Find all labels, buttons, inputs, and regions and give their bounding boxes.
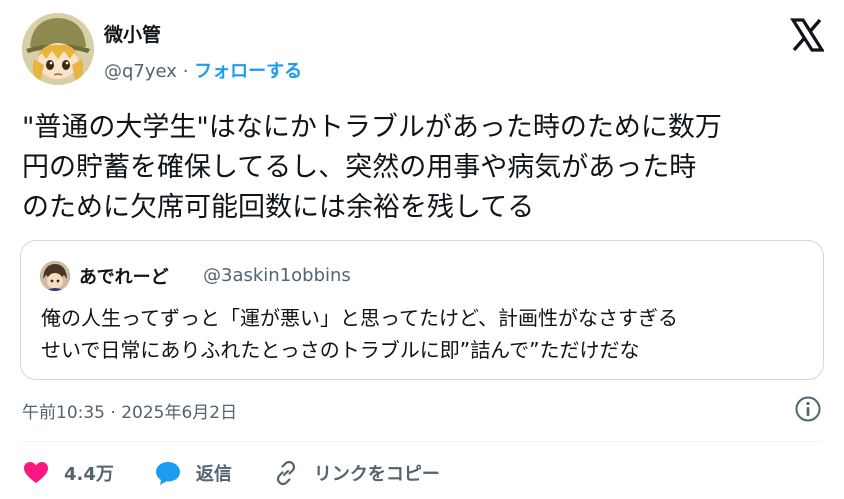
- tweet-text-line: "普通の大学生"はなにかトラブルがあった時のために数万: [22, 112, 722, 143]
- author-handle[interactable]: @q7yex: [104, 61, 177, 82]
- reply-button[interactable]: 返信: [154, 459, 232, 487]
- reply-label: 返信: [195, 464, 232, 485]
- author-name[interactable]: 微小管: [104, 20, 161, 47]
- tweet-text-line: 円の貯蓄を確保してるし、突然の用事や病気があった時: [22, 152, 697, 183]
- quoted-author-handle: @3askin1obbins: [203, 265, 351, 286]
- tweet-timestamp[interactable]: 午前10:35 · 2025年6月2日: [22, 398, 237, 423]
- quoted-author-avatar: [40, 261, 70, 291]
- tweet-text-line: のために欠席可能回数には余裕を残してる: [22, 192, 535, 223]
- tweet-text: "普通の大学生"はなにかトラブルがあった時のために数万 円の貯蓄を確保してるし、…: [22, 108, 822, 228]
- author-avatar[interactable]: [22, 13, 94, 85]
- copy-link-button[interactable]: リンクをコピー: [272, 459, 440, 487]
- follow-button[interactable]: フォローする: [194, 61, 302, 82]
- info-icon[interactable]: [794, 395, 822, 423]
- handle-separator: ·: [182, 61, 189, 82]
- heart-icon: [24, 462, 48, 483]
- copy-link-label: リンクをコピー: [313, 464, 440, 485]
- action-bar: 4.4万 返信 リンクをコピー: [22, 455, 480, 491]
- divider: [22, 441, 822, 442]
- quoted-author-name: あでれーど: [79, 267, 169, 288]
- quoted-text-line: 俺の人生ってずっと「運が悪い」と思ってたけど、計画性がなさすぎる: [41, 306, 678, 330]
- author-handle-row: @q7yex · フォローする: [104, 57, 302, 83]
- x-logo-icon[interactable]: [790, 18, 825, 52]
- quoted-tweet-text: 俺の人生ってずっと「運が悪い」と思ってたけど、計画性がなさすぎる せいで日常にあ…: [41, 302, 821, 366]
- link-icon: [276, 460, 295, 486]
- like-button[interactable]: 4.4万: [22, 459, 114, 487]
- quoted-text-line: せいで日常にありふれたとっさのトラブルに即”詰んで”ただけだな: [41, 338, 640, 362]
- like-count: 4.4万: [64, 464, 114, 485]
- speech-bubble-icon: [155, 462, 180, 485]
- quoted-tweet-card[interactable]: あでれーど @3askin1obbins 俺の人生ってずっと「運が悪い」と思って…: [20, 240, 824, 380]
